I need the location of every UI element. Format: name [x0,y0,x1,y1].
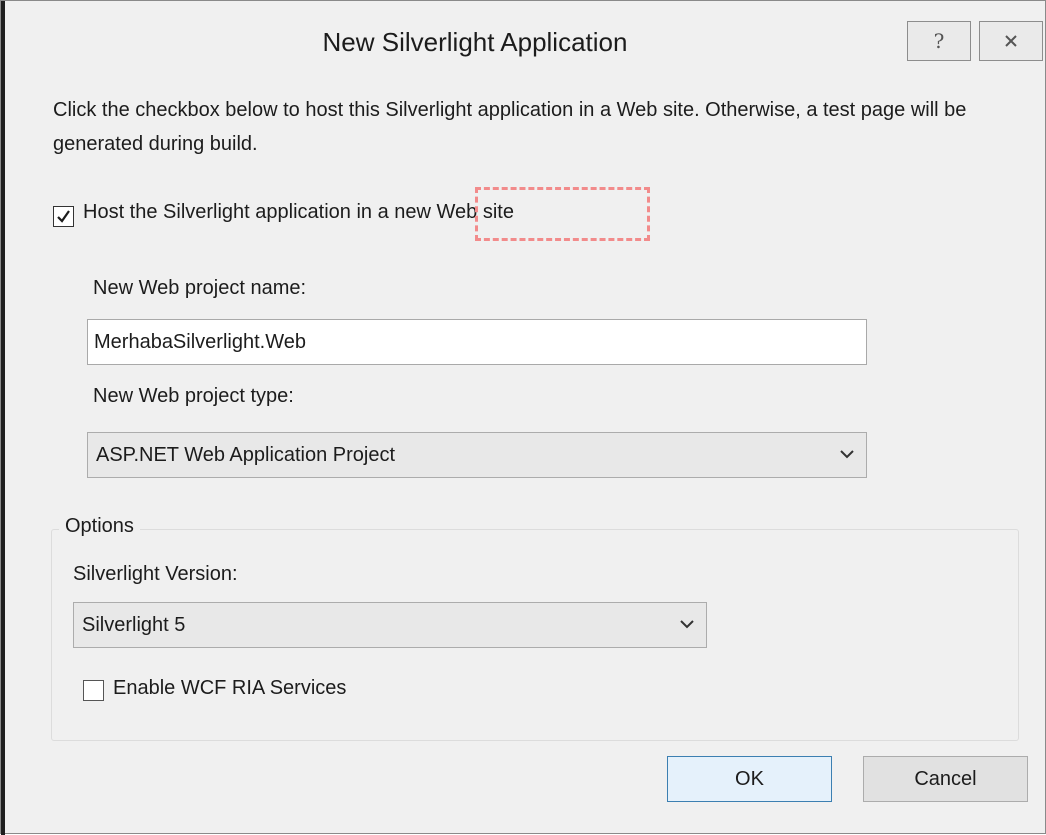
wcf-ria-services-checkbox[interactable] [83,680,104,701]
close-icon [1005,35,1017,47]
chevron-down-icon [680,620,694,629]
silverlight-version-label: Silverlight Version: [73,563,238,585]
silverlight-version-value: Silverlight 5 [82,614,186,636]
host-website-label[interactable]: Host the Silverlight application in a ne… [83,201,514,224]
chevron-down-icon [840,450,854,459]
web-project-name-label: New Web project name: [93,277,307,299]
window-edge [1,1,5,835]
host-website-checkbox[interactable] [53,206,74,227]
cancel-button[interactable]: Cancel [863,756,1028,802]
close-button[interactable] [979,21,1043,61]
help-button[interactable]: ? [907,21,971,61]
wcf-ria-services-label[interactable]: Enable WCF RIA Services [113,677,346,700]
help-icon: ? [933,29,945,53]
checkmark-icon [57,210,70,223]
web-project-type-value: ASP.NET Web Application Project [96,444,396,466]
options-legend: Options [59,515,140,538]
title-bar[interactable]: New Silverlight Application ? [5,1,1045,87]
focus-highlight [475,187,650,241]
web-project-type-select[interactable]: ASP.NET Web Application Project [87,432,867,478]
web-project-type-label: New Web project type: [93,385,294,407]
web-project-name-input[interactable]: MerhabaSilverlight.Web [87,319,867,365]
dialog-window: New Silverlight Application ? Click the … [0,0,1046,835]
instructions-text: Click the checkbox below to host this Si… [53,99,967,155]
silverlight-version-select[interactable]: Silverlight 5 [73,602,707,648]
ok-button[interactable]: OK [667,756,832,802]
dialog-title: New Silverlight Application [322,27,628,57]
